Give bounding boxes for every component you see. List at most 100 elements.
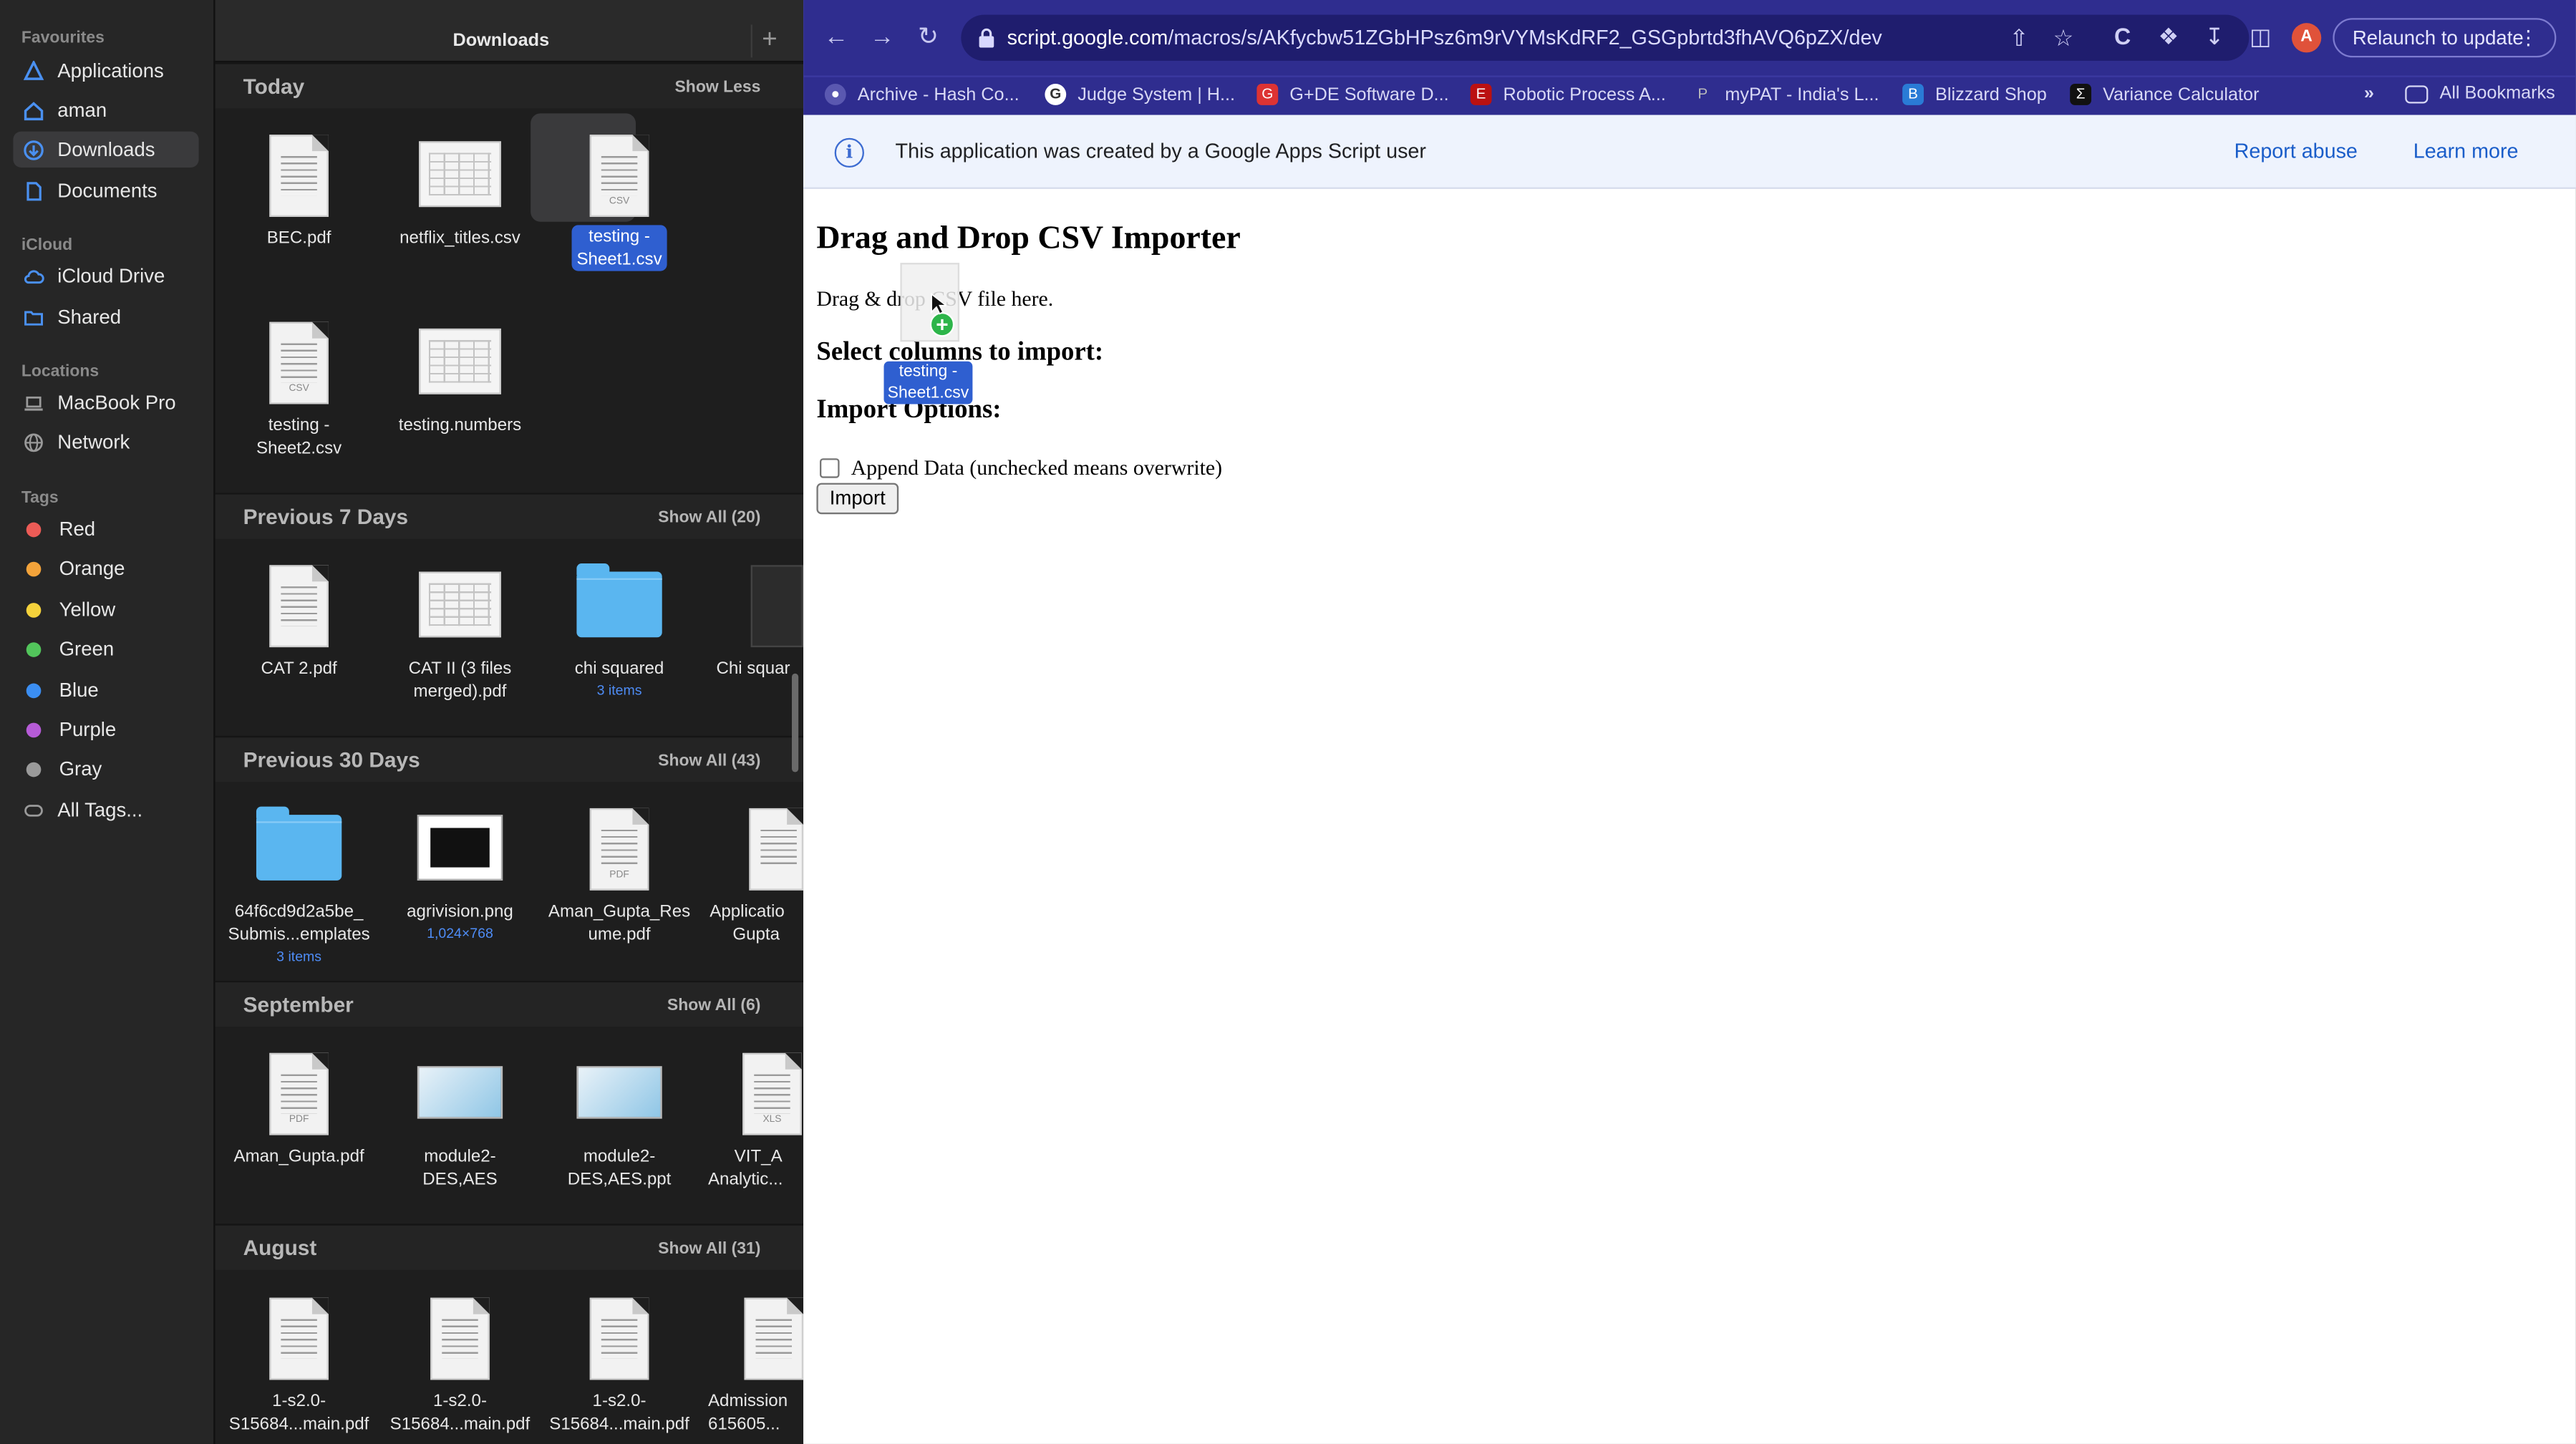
side-panel-icon[interactable]: ◫: [2247, 23, 2274, 49]
file-name: 64f6cd9d2a5be_ Submis...emplates: [228, 901, 370, 945]
file-name: testing - Sheet1.csv: [571, 225, 667, 271]
puzzle-icon[interactable]: ❖: [2156, 23, 2182, 49]
bookmark-variance-calculator[interactable]: Σ Variance Calculator: [2070, 84, 2260, 105]
bookmark-blizzard-shop[interactable]: B Blizzard Shop: [1902, 84, 2047, 105]
web-page: Drag and Drop CSV Importer Drag & drop C…: [803, 189, 2576, 1444]
show-all-link[interactable]: Show All (20): [658, 509, 760, 527]
show-all-link[interactable]: Show All (6): [667, 997, 760, 1015]
finder-scrollbar[interactable]: [791, 673, 799, 772]
sidebar-item-label: Documents: [57, 179, 158, 203]
show-less-link[interactable]: Show Less: [675, 79, 761, 97]
more-bookmarks-button[interactable]: »: [2364, 84, 2374, 104]
sidebar-item-macbook-pro[interactable]: MacBook Pro: [13, 384, 198, 420]
forward-arrow-icon[interactable]: →: [868, 23, 897, 52]
file-item[interactable]: XLS VIT_A Analytic...: [702, 1040, 803, 1191]
profile-avatar[interactable]: A: [2291, 23, 2322, 53]
bookmark-judge-system[interactable]: G Judge System | H...: [1045, 84, 1235, 105]
sidebar-tag-purple[interactable]: Purple: [13, 712, 198, 747]
file-item[interactable]: BEC.pdf: [220, 122, 377, 250]
sidebar-item-shared[interactable]: Shared: [13, 299, 198, 335]
image-dimensions: 1,024×768: [427, 924, 493, 941]
drag-ghost-label: testing - Sheet1.csv: [883, 361, 973, 404]
file-item[interactable]: 1-s2.0- S15684...main.pdf: [381, 1284, 538, 1435]
show-all-link[interactable]: Show All (43): [658, 752, 760, 770]
folder-icon: [576, 563, 662, 638]
import-button[interactable]: Import: [816, 483, 899, 515]
sidebar-tag-orange[interactable]: Orange: [13, 551, 198, 586]
section-september: September Show All (6): [215, 980, 804, 1027]
file-item-selected[interactable]: CSV testing - Sheet1.csv: [531, 113, 698, 271]
bookmark-gde-software[interactable]: G G+DE Software D...: [1256, 84, 1449, 105]
section-previous-7-days: Previous 7 Days Show All (20): [215, 493, 804, 539]
tag-color-dot-icon: [26, 761, 42, 777]
sidebar-item-applications[interactable]: Applications: [13, 52, 198, 88]
tag-color-dot-icon: [26, 722, 42, 737]
sidebar-item-label: aman: [57, 98, 107, 122]
sidebar-tag-yellow[interactable]: Yellow: [13, 591, 198, 627]
folder-item[interactable]: 64f6cd9d2a5be_ Submis...emplates 3 items: [220, 795, 377, 966]
bookmarks-bar: ● Archive - Hash Co... G Judge System | H.…: [803, 75, 2576, 115]
extension-c-icon[interactable]: C: [2109, 23, 2136, 49]
sidebar-item-network[interactable]: Network: [13, 424, 198, 460]
file-item[interactable]: module2- DES,AES.ppt: [541, 1040, 698, 1191]
download-icon[interactable]: ↧: [2202, 23, 2228, 49]
report-abuse-link[interactable]: Report abuse: [2234, 140, 2358, 163]
new-tab-button[interactable]: +: [750, 24, 787, 58]
show-all-link[interactable]: Show All (31): [658, 1240, 760, 1258]
file-item[interactable]: CSV testing - Sheet2.csv: [220, 309, 377, 460]
file-item[interactable]: CAT 2.pdf: [220, 552, 377, 680]
address-bar[interactable]: script.google.com/macros/s/AKfycbw51ZGbH…: [961, 14, 2250, 61]
finder-sidebar: Favourites Applications aman Downloads D…: [0, 0, 214, 1444]
file-item[interactable]: agrivision.png 1,024×768: [381, 795, 538, 944]
star-icon[interactable]: ☆: [2050, 24, 2077, 51]
folder-item[interactable]: chi squared 3 items: [541, 552, 698, 700]
all-bookmarks-button[interactable]: All Bookmarks: [2405, 84, 2555, 104]
learn-more-link[interactable]: Learn more: [2413, 140, 2519, 163]
file-item[interactable]: module2- DES,AES: [381, 1040, 538, 1191]
numbers-file-icon: [419, 328, 501, 394]
sidebar-item-icloud-drive[interactable]: iCloud Drive: [13, 258, 198, 294]
sidebar-tag-green[interactable]: Green: [13, 631, 198, 667]
append-data-checkbox[interactable]: [820, 458, 840, 478]
back-arrow-icon[interactable]: ←: [821, 23, 851, 52]
sidebar-item-aman[interactable]: aman: [13, 92, 198, 127]
share-icon[interactable]: ⇧: [2006, 24, 2033, 51]
section-title: September: [243, 992, 354, 1017]
file-item[interactable]: netflix_titles.csv: [381, 122, 538, 250]
file-item[interactable]: CAT II (3 files merged).pdf: [381, 552, 538, 703]
file-item[interactable]: PDF Aman_Gupta_Res ume.pdf: [541, 795, 698, 946]
sidebar-item-all-tags[interactable]: All Tags...: [13, 792, 198, 828]
tag-color-dot-icon: [26, 521, 42, 537]
browser-toolbar: ← → ↻ script.google.com/macros/s/AKfycbw…: [803, 0, 2576, 76]
file-item[interactable]: PDF Aman_Gupta.pdf: [220, 1040, 377, 1168]
bookmark-robotic-process[interactable]: E Robotic Process A...: [1470, 84, 1666, 105]
file-name: Admission 615605...: [707, 1391, 788, 1435]
file-name: 1-s2.0- S15684...main.pdf: [228, 1391, 369, 1435]
sidebar-tag-blue[interactable]: Blue: [13, 672, 198, 707]
lock-icon: [979, 28, 994, 48]
sidebar-tag-red[interactable]: Red: [13, 511, 198, 547]
sidebar-item-downloads[interactable]: Downloads: [13, 131, 199, 168]
sidebar-item-documents[interactable]: Documents: [13, 173, 198, 208]
file-item[interactable]: Applicatio Gupta: [702, 795, 804, 946]
file-name: module2- DES,AES.ppt: [567, 1146, 672, 1190]
sigma-icon: Σ: [2070, 84, 2092, 105]
file-item[interactable]: 1-s2.0- S15684...main.pdf: [541, 1284, 698, 1435]
bookmark-archive[interactable]: ● Archive - Hash Co...: [824, 84, 1020, 105]
home-icon: [23, 100, 44, 121]
presentation-file-icon: [417, 1066, 503, 1119]
file-item[interactable]: 1-s2.0- S15684...main.pdf: [220, 1284, 377, 1435]
reload-icon[interactable]: ↻: [914, 23, 943, 52]
tag-color-dot-icon: [26, 601, 42, 617]
relaunch-to-update-button[interactable]: Relaunch to update ⋮: [2333, 18, 2557, 58]
presentation-file-icon: [576, 1066, 662, 1119]
folder-icon: [256, 806, 342, 881]
file-item[interactable]: Admission 615605...: [702, 1284, 804, 1435]
mypat-icon: P: [1698, 85, 1708, 102]
file-item[interactable]: testing.numbers: [381, 309, 538, 437]
bookmark-mypat[interactable]: PmyPAT - India's L...: [1692, 84, 1879, 105]
file-item[interactable]: Chi squar: [702, 552, 804, 680]
append-data-option: Append Data (unchecked means overwrite): [820, 455, 1222, 482]
sidebar-tag-gray[interactable]: Gray: [13, 751, 198, 787]
bookmark-label: Judge System | H...: [1078, 84, 1236, 105]
